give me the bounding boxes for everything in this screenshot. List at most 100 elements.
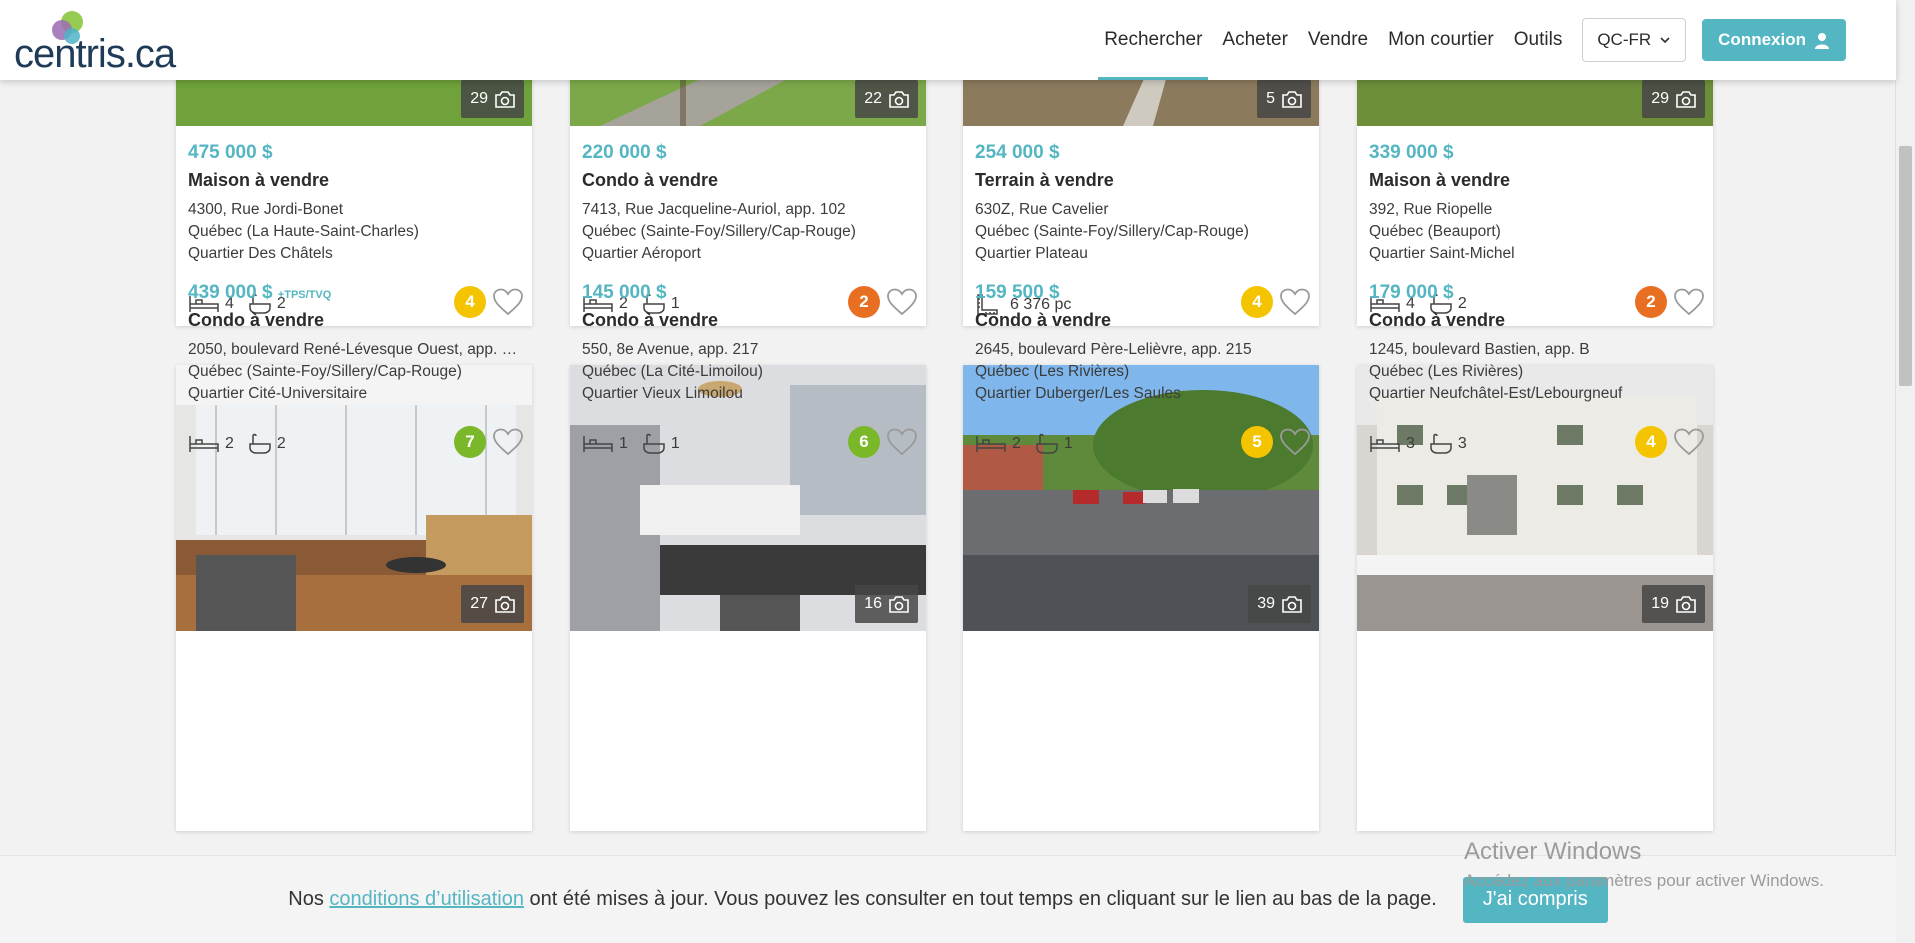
walk-score-badge[interactable]: 5	[1241, 426, 1273, 458]
walk-score-badge[interactable]: 4	[1241, 286, 1273, 318]
logo-tld: .ca	[124, 32, 176, 76]
listing-card[interactable]: 39 159 500 $ Condo à vendre 2645, boulev…	[963, 282, 1319, 831]
listing-type[interactable]: Condo à vendre	[188, 310, 324, 331]
photo-count: 29	[1651, 90, 1669, 107]
listing-address: 392, Rue Riopelle	[1369, 201, 1493, 218]
camera-icon	[1282, 595, 1302, 613]
windows-activation-title: Activer Windows	[1464, 838, 1642, 865]
language-label: QC-FR	[1597, 30, 1652, 49]
walk-score-badge[interactable]: 6	[848, 426, 880, 458]
listing-price: 439 000 $ +TPS/TVQ	[188, 282, 331, 304]
photo-count-badge[interactable]: 19	[1642, 585, 1705, 623]
nav-outils[interactable]: Outils	[1514, 0, 1563, 80]
bathtub-icon	[1036, 433, 1058, 454]
nav-acheter[interactable]: Acheter	[1222, 0, 1287, 80]
listing-features: 22	[188, 433, 300, 455]
price-value: 339 000 $	[1369, 142, 1454, 163]
listing-district: Quartier Vieux Limoilou	[582, 385, 743, 402]
listing-photo[interactable]: 39	[963, 365, 1319, 631]
photo-count-badge[interactable]: 5	[1257, 80, 1311, 118]
listing-type[interactable]: Condo à vendre	[582, 170, 718, 191]
listing-address: 1245, boulevard Bastien, app. B	[1369, 341, 1590, 358]
cookie-text-after: ont été mises à jour. Vous pouvez les co…	[523, 888, 1437, 910]
bed-icon	[976, 436, 1006, 452]
listing-card[interactable]: 16 145 000 $ Condo à vendre 550, 8e Aven…	[570, 282, 926, 831]
terms-link[interactable]: conditions d’utilisation	[329, 888, 524, 910]
listing-district: Quartier Aéroport	[582, 245, 701, 262]
bathrooms-count: 1	[1063, 435, 1073, 452]
listing-features: 33	[1369, 433, 1481, 455]
listing-features: 21	[975, 433, 1087, 455]
favorite-heart-icon[interactable]	[886, 428, 918, 461]
favorite-heart-icon[interactable]	[492, 428, 524, 461]
camera-icon	[1676, 595, 1696, 613]
nav-mon-courtier[interactable]: Mon courtier	[1388, 0, 1494, 80]
listing-address: 550, 8e Avenue, app. 217	[582, 341, 759, 358]
login-label: Connexion	[1718, 30, 1806, 49]
listing-type[interactable]: Maison à vendre	[188, 170, 329, 191]
photo-count: 39	[1257, 595, 1275, 612]
listing-address: 4300, Rue Jordi-Bonet	[188, 201, 344, 218]
bathrooms-feature: 2	[248, 433, 286, 455]
listing-photo[interactable]: 27	[176, 365, 532, 631]
nav-rechercher[interactable]: Rechercher	[1098, 0, 1209, 80]
nav-vendre[interactable]: Vendre	[1308, 0, 1368, 80]
cookie-banner: Nos conditions d’utilisation ont été mis…	[0, 855, 1896, 943]
photo-count-badge[interactable]: 22	[855, 80, 918, 118]
walk-score-badge[interactable]: 7	[454, 426, 486, 458]
listing-type[interactable]: Terrain à vendre	[975, 170, 1114, 191]
camera-icon	[1676, 90, 1696, 108]
listing-type[interactable]: Condo à vendre	[582, 310, 718, 331]
listing-district: Quartier Des Châtels	[188, 245, 333, 262]
price-value: 159 500 $	[975, 282, 1060, 303]
favorite-heart-icon[interactable]	[1673, 428, 1705, 461]
photo-count: 27	[470, 595, 488, 612]
listing-card[interactable]: 19 179 000 $ Condo à vendre 1245, boulev…	[1357, 282, 1713, 831]
bathrooms-count: 3	[1457, 435, 1467, 452]
scrollbar-thumb[interactable]	[1899, 146, 1912, 386]
listing-district: Quartier Neufchâtel-Est/Lebourgneuf	[1369, 385, 1623, 402]
bedrooms-feature: 1	[582, 434, 628, 454]
favorite-heart-icon[interactable]	[1279, 288, 1311, 321]
photo-count-badge[interactable]: 16	[855, 585, 918, 623]
login-button[interactable]: Connexion	[1702, 19, 1846, 61]
favorite-heart-icon[interactable]	[492, 288, 524, 321]
listing-card[interactable]: 27 439 000 $ +TPS/TVQ Condo à vendre 205…	[176, 282, 532, 831]
photo-count-badge[interactable]: 39	[1248, 585, 1311, 623]
photo-count: 19	[1651, 595, 1669, 612]
listing-type[interactable]: Condo à vendre	[975, 310, 1111, 331]
camera-icon	[495, 595, 515, 613]
bedrooms-count: 2	[225, 435, 234, 452]
favorite-heart-icon[interactable]	[1279, 428, 1311, 461]
language-select[interactable]: QC-FR	[1582, 18, 1687, 62]
listing-city: Québec (Sainte-Foy/Sillery/Cap-Rouge)	[582, 223, 856, 240]
walk-score-badge[interactable]: 2	[848, 286, 880, 318]
listing-photo[interactable]: 19	[1357, 365, 1713, 631]
bedrooms-feature: 2	[188, 434, 234, 454]
listing-photo[interactable]: 16	[570, 365, 926, 631]
photo-count: 22	[864, 90, 882, 107]
walk-score-badge[interactable]: 2	[1635, 286, 1667, 318]
chevron-down-icon	[1660, 37, 1670, 44]
listing-district: Quartier Cité-Universitaire	[188, 385, 368, 402]
listing-type[interactable]: Maison à vendre	[1369, 170, 1510, 191]
camera-icon	[1282, 90, 1302, 108]
bed-icon	[1370, 436, 1400, 452]
page-scrollbar[interactable]	[1895, 0, 1915, 942]
listing-district: Quartier Plateau	[975, 245, 1088, 262]
bathrooms-feature: 1	[642, 433, 680, 455]
listing-city: Québec (La Haute-Saint-Charles)	[188, 223, 419, 240]
listing-address: 7413, Rue Jacqueline-Auriol, app. 102	[582, 201, 846, 218]
cookie-message: Nos conditions d’utilisation ont été mis…	[288, 888, 1436, 911]
favorite-heart-icon[interactable]	[886, 288, 918, 321]
listing-city: Québec (Sainte-Foy/Sillery/Cap-Rouge)	[188, 363, 462, 380]
favorite-heart-icon[interactable]	[1673, 288, 1705, 321]
bathtub-icon	[249, 433, 271, 454]
walk-score-badge[interactable]: 4	[454, 286, 486, 318]
listing-type[interactable]: Condo à vendre	[1369, 310, 1505, 331]
centris-logo[interactable]: centris.ca	[14, 10, 179, 76]
walk-score-badge[interactable]: 4	[1635, 426, 1667, 458]
photo-count-badge[interactable]: 29	[461, 80, 524, 118]
photo-count-badge[interactable]: 27	[461, 585, 524, 623]
photo-count-badge[interactable]: 29	[1642, 80, 1705, 118]
